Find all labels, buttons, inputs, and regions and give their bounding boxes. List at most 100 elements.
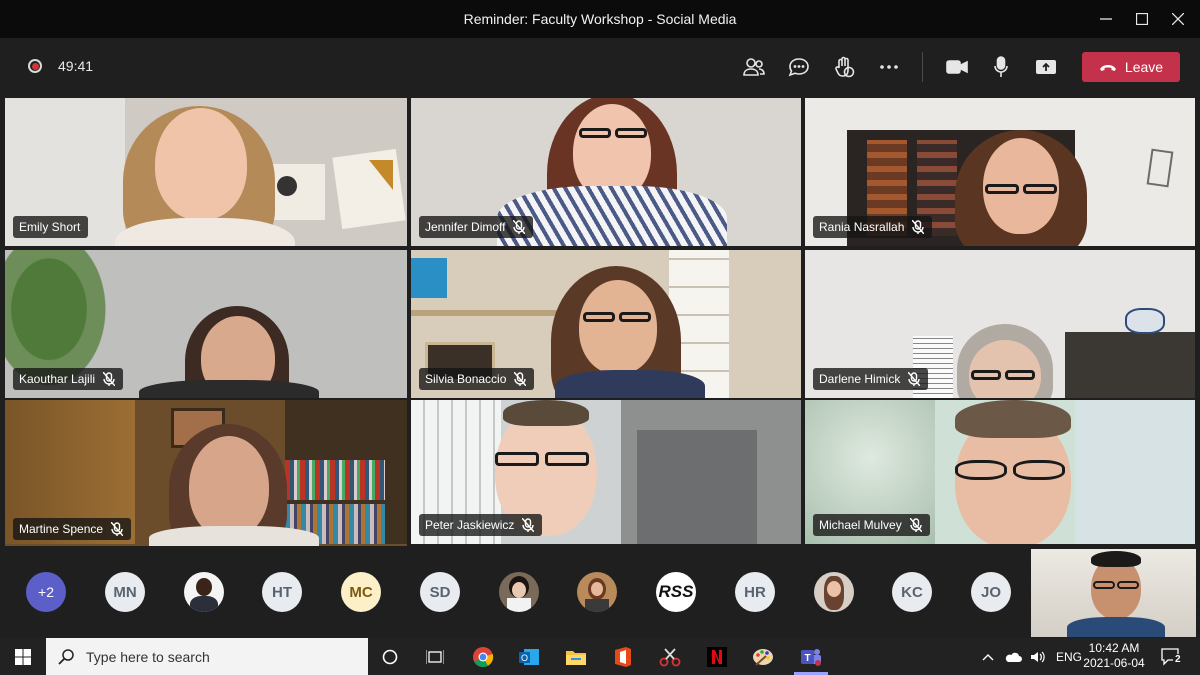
notification-count: 2: [1173, 654, 1183, 665]
windows-logo-icon: [15, 648, 31, 665]
raise-hand-icon: [835, 56, 855, 78]
participant-name: Silvia Bonaccio: [425, 372, 507, 386]
recording-indicator-icon: [28, 59, 42, 73]
camera-icon: [946, 60, 968, 74]
system-clock[interactable]: 10:42 AM 2021-06-04: [1078, 641, 1150, 671]
avatar[interactable]: [577, 572, 617, 612]
start-button[interactable]: [0, 638, 46, 675]
more-participants-avatar[interactable]: +2: [26, 572, 66, 612]
taskbar-search-box[interactable]: Type here to search: [46, 638, 368, 675]
microphone-button[interactable]: [986, 52, 1016, 82]
clock-date: 2021-06-04: [1083, 656, 1145, 670]
video-tile[interactable]: Emily Short: [5, 98, 407, 246]
action-center-button[interactable]: 2: [1160, 646, 1183, 668]
muted-mic-icon: [908, 372, 921, 386]
file-explorer-app[interactable]: [560, 642, 592, 672]
close-icon: [1172, 13, 1184, 25]
avatar[interactable]: [499, 572, 539, 612]
office-app[interactable]: [607, 642, 639, 672]
participant-name: Peter Jaskiewicz: [425, 518, 515, 532]
reactions-button[interactable]: [829, 52, 859, 82]
leave-label: Leave: [1124, 59, 1164, 75]
office-icon: [615, 647, 631, 667]
more-actions-button[interactable]: [874, 52, 904, 82]
muted-mic-icon: [111, 522, 124, 536]
avatar[interactable]: RSS: [656, 572, 696, 612]
system-tray: ENG: [982, 638, 1082, 675]
participant-name: Darlene Himick: [819, 372, 901, 386]
share-screen-icon: [1036, 60, 1056, 74]
participants-button[interactable]: [739, 52, 769, 82]
paint-app[interactable]: [747, 642, 779, 672]
chat-button[interactable]: [784, 52, 814, 82]
participant-name-tag: Michael Mulvey: [813, 514, 930, 536]
muted-mic-icon: [514, 372, 527, 386]
video-tile[interactable]: Kaouthar Lajili: [5, 250, 407, 398]
participant-name-tag: Emily Short: [13, 216, 89, 238]
avatar[interactable]: HT: [262, 572, 302, 612]
clock-time: 10:42 AM: [1088, 641, 1140, 655]
minimize-icon: [1100, 18, 1112, 20]
search-icon: [58, 648, 74, 665]
video-tile[interactable]: Martine Spence: [5, 400, 407, 548]
outlook-app[interactable]: O: [513, 642, 545, 672]
leave-button[interactable]: Leave: [1082, 52, 1180, 82]
teams-icon: T: [801, 649, 821, 666]
share-screen-button[interactable]: [1031, 52, 1061, 82]
more-icon: [880, 65, 898, 69]
maximize-button[interactable]: [1122, 6, 1162, 32]
participant-strip: +2 MN HT MC SD RSS HR KC JO: [0, 546, 1200, 638]
toolbar-divider: [922, 52, 923, 82]
avatar[interactable]: KC: [892, 572, 932, 612]
participant-name: Kaouthar Lajili: [19, 372, 96, 386]
avatar[interactable]: SD: [420, 572, 460, 612]
avatar[interactable]: HR: [735, 572, 775, 612]
participant-name: Emily Short: [19, 220, 81, 234]
participant-name-tag: Rania Nasrallah: [813, 216, 933, 238]
task-view-button[interactable]: [419, 642, 451, 672]
video-tile[interactable]: Darlene Himick: [805, 250, 1195, 398]
participant-name: Martine Spence: [19, 522, 104, 536]
video-tile[interactable]: Jennifer Dimoff: [411, 98, 801, 246]
meeting-timer: 49:41: [58, 58, 94, 74]
participant-name: Jennifer Dimoff: [425, 220, 506, 234]
avatar[interactable]: JO: [971, 572, 1011, 612]
participant-name-tag: Silvia Bonaccio: [419, 368, 535, 390]
muted-mic-icon: [513, 220, 526, 234]
meeting-toolbar: 49:41 Leave: [0, 38, 1200, 96]
minimize-button[interactable]: [1086, 6, 1126, 32]
participant-name-tag: Peter Jaskiewicz: [419, 514, 543, 536]
participant-name-tag: Kaouthar Lajili: [13, 368, 124, 390]
chevron-up-icon[interactable]: [982, 653, 994, 661]
video-tile[interactable]: Silvia Bonaccio: [411, 250, 801, 398]
avatar[interactable]: MC: [341, 572, 381, 612]
teams-app[interactable]: T: [795, 642, 827, 672]
participant-name-tag: Martine Spence: [13, 518, 132, 540]
window-title: Reminder: Faculty Workshop - Social Medi…: [463, 11, 737, 27]
cortana-icon: [382, 649, 398, 665]
snipping-tool-app[interactable]: [654, 642, 686, 672]
folder-icon: [566, 651, 586, 665]
camera-button[interactable]: [942, 52, 972, 82]
avatar[interactable]: [814, 572, 854, 612]
avatar[interactable]: [184, 572, 224, 612]
netflix-icon: [707, 647, 727, 667]
cortana-button[interactable]: [374, 642, 406, 672]
close-window-button[interactable]: [1158, 6, 1198, 32]
video-tile[interactable]: Peter Jaskiewicz: [411, 400, 801, 544]
volume-icon[interactable]: [1030, 650, 1046, 664]
maximize-icon: [1136, 13, 1148, 25]
scissors-icon: [659, 648, 681, 667]
window-title-bar: Reminder: Faculty Workshop - Social Medi…: [0, 0, 1200, 38]
chrome-icon: [473, 647, 494, 668]
muted-mic-icon: [522, 518, 535, 532]
chrome-app[interactable]: [467, 642, 499, 672]
svg-text:O: O: [521, 653, 528, 663]
video-tile[interactable]: Michael Mulvey: [805, 400, 1195, 544]
self-view-video[interactable]: [1031, 549, 1196, 637]
avatar[interactable]: MN: [105, 572, 145, 612]
onedrive-cloud-icon[interactable]: [1004, 651, 1022, 663]
netflix-app[interactable]: [701, 642, 733, 672]
muted-mic-icon: [103, 372, 116, 386]
video-tile[interactable]: Rania Nasrallah: [805, 98, 1195, 246]
